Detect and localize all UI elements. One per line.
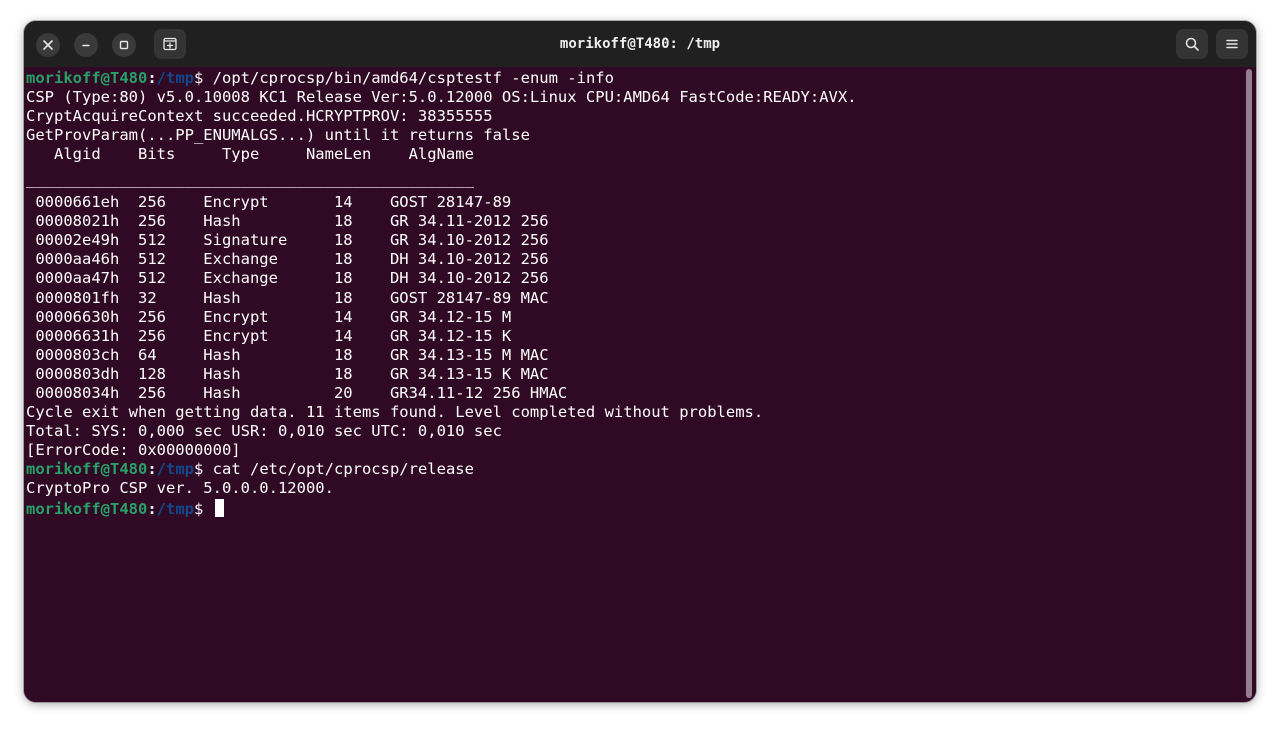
window-title: morikoff@T480: /tmp: [559, 36, 721, 52]
terminal-lines: morikoff@T480:/tmp$ /opt/cprocsp/bin/amd…: [26, 69, 857, 518]
table-row: 0000aa46h 512 Exchange 18 DH 34.10-2012 …: [26, 250, 549, 269]
terminal-window: morikoff@T480: /tmp morikoff@T480:/tmp$ …: [24, 21, 1256, 702]
table-row: 0000661eh 256 Encrypt 14 GOST 28147-89: [26, 193, 512, 212]
prompt-colon: :: [147, 460, 157, 479]
command-text: cat /etc/opt/cprocsp/release: [212, 460, 474, 479]
prompt-colon: :: [147, 69, 157, 87]
prompt-path: /tmp: [156, 499, 194, 518]
table-header-line: Algid Bits Type NameLen AlgName: [26, 145, 474, 164]
prompt-line: morikoff@T480:/tmp$: [26, 498, 857, 518]
prompt-line: morikoff@T480:/tmp$ /opt/cprocsp/bin/amd…: [26, 69, 857, 88]
prompt-path: /tmp: [156, 69, 194, 87]
output-line: GetProvParam(...PP_ENUMALGS...) until it…: [26, 126, 530, 145]
text-cursor: [214, 498, 224, 517]
table-row: 0000803ch 64 Hash 18 GR 34.13-15 M MAC: [26, 345, 549, 364]
prompt-line: morikoff@T480:/tmp$ cat /etc/opt/cprocsp…: [26, 460, 857, 479]
table-row: 00008021h 256 Hash 18 GR 34.11-2012 256: [26, 212, 549, 231]
output-line: CryptAcquireContext succeeded.HCRYPTPROV…: [26, 107, 493, 126]
hamburger-menu-icon: [1226, 39, 1238, 49]
prompt-user: morikoff@T480: [26, 499, 148, 518]
scrollbar[interactable]: [1246, 69, 1252, 698]
prompt-path: /tmp: [156, 460, 194, 479]
new-tab-button[interactable]: [154, 29, 186, 59]
minimize-button[interactable]: [74, 33, 98, 57]
output-line: Cycle exit when getting data. 11 items f…: [26, 403, 764, 422]
table-separator-line: ________________________________________…: [26, 169, 474, 188]
table-row: 00006631h 256 Encrypt 14 GR 34.12-15 K: [26, 326, 512, 345]
table-row: 0000801fh 32 Hash 18 GOST 28147-89 MAC: [26, 288, 549, 307]
output-line: CSP (Type:80) v5.0.10008 KC1 Release Ver…: [26, 88, 857, 107]
minimize-icon: [82, 44, 90, 47]
output-line: [ErrorCode: 0x00000000]: [26, 441, 241, 460]
search-button[interactable]: [1176, 29, 1208, 59]
title-bar[interactable]: morikoff@T480: /tmp: [24, 21, 1256, 67]
prompt-user: morikoff@T480: [26, 69, 148, 87]
menu-button[interactable]: [1216, 29, 1248, 59]
table-row: 00008034h 256 Hash 20 GR34.11-12 256 HMA…: [26, 384, 568, 402]
prompt-dollar: $: [194, 460, 213, 479]
prompt-dollar: $: [194, 499, 213, 518]
table-row: 00002e49h 512 Signature 18 GR 34.10-2012…: [26, 231, 549, 250]
close-button[interactable]: [36, 33, 60, 57]
command-text: /opt/cprocsp/bin/amd64/csptestf -enum -i…: [212, 69, 614, 87]
output-line: CryptoPro CSP ver. 5.0.0.0.12000.: [26, 479, 334, 498]
maximize-button[interactable]: [112, 33, 136, 57]
maximize-icon: [119, 40, 129, 50]
search-icon: [1185, 37, 1199, 51]
prompt-dollar: $: [194, 69, 213, 87]
prompt-user: morikoff@T480: [26, 460, 148, 479]
new-tab-icon: [163, 37, 177, 51]
terminal-output-area[interactable]: morikoff@T480:/tmp$ /opt/cprocsp/bin/amd…: [24, 67, 1256, 702]
prompt-colon: :: [147, 499, 157, 518]
table-row: 00006630h 256 Encrypt 14 GR 34.12-15 M: [26, 307, 512, 326]
table-row: 0000803dh 128 Hash 18 GR 34.13-15 K MAC: [26, 364, 549, 383]
output-line: Total: SYS: 0,000 sec USR: 0,010 sec UTC…: [26, 422, 502, 441]
table-row: 0000aa47h 512 Exchange 18 DH 34.10-2012 …: [26, 269, 549, 288]
close-icon: [43, 40, 53, 50]
